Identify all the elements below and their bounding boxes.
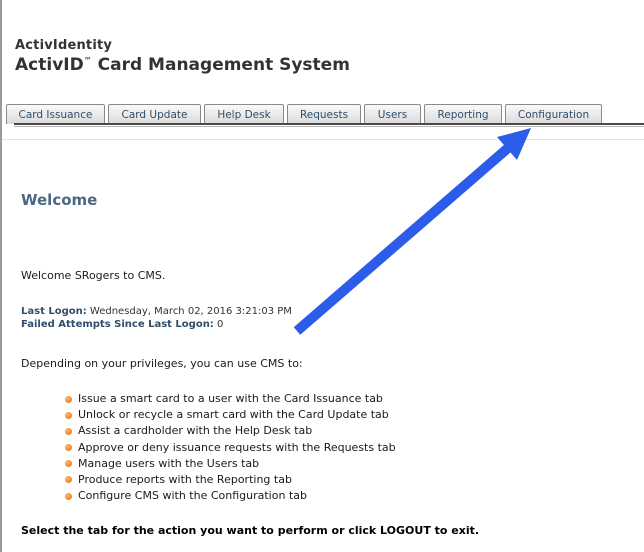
tab-card-update[interactable]: Card Update	[108, 104, 201, 124]
page-title: Welcome	[21, 191, 98, 209]
capabilities-list: Issue a smart card to a user with the Ca…	[65, 391, 396, 504]
product-name-suffix: Card Management System	[91, 55, 350, 75]
failed-attempts-value: 0	[213, 319, 224, 330]
tab-requests[interactable]: Requests	[287, 104, 361, 124]
trademark-symbol: ™	[83, 56, 92, 65]
company-name: ActivIdentity	[15, 38, 113, 53]
tab-users[interactable]: Users	[364, 104, 421, 124]
last-logon-label: Last Logon:	[21, 306, 87, 317]
failed-attempts-line: Failed Attempts Since Last Logon: 0	[21, 319, 223, 330]
list-item: Manage users with the Users tab	[65, 456, 396, 472]
list-item: Assist a cardholder with the Help Desk t…	[65, 423, 396, 439]
privileges-intro: Depending on your privileges, you can us…	[21, 357, 303, 370]
last-logon-value: Wednesday, March 02, 2016 3:21:03 PM	[86, 306, 292, 317]
tab-help-desk[interactable]: Help Desk	[204, 104, 284, 124]
instruction-text: Select the tab for the action you want t…	[21, 524, 480, 537]
tab-configuration[interactable]: Configuration	[505, 104, 602, 124]
list-item: Produce reports with the Reporting tab	[65, 472, 396, 488]
list-item: Issue a smart card to a user with the Ca…	[65, 391, 396, 407]
window-left-border	[0, 0, 2, 552]
header-divider	[2, 139, 644, 140]
welcome-message: Welcome SRogers to CMS.	[21, 269, 166, 282]
product-name: ActivID™ Card Management System	[15, 55, 350, 75]
list-item: Unlock or recycle a smart card with the …	[65, 407, 396, 423]
tab-reporting[interactable]: Reporting	[424, 104, 502, 124]
tab-bar-underline	[14, 123, 644, 125]
list-item: Configure CMS with the Configuration tab	[65, 488, 396, 504]
tab-card-issuance[interactable]: Card Issuance	[6, 104, 105, 124]
tab-bar-shadow	[14, 126, 644, 127]
last-logon-line: Last Logon: Wednesday, March 02, 2016 3:…	[21, 306, 292, 317]
list-item: Approve or deny issuance requests with t…	[65, 440, 396, 456]
product-name-prefix: ActivID	[15, 55, 84, 75]
failed-attempts-label: Failed Attempts Since Last Logon:	[21, 319, 214, 330]
